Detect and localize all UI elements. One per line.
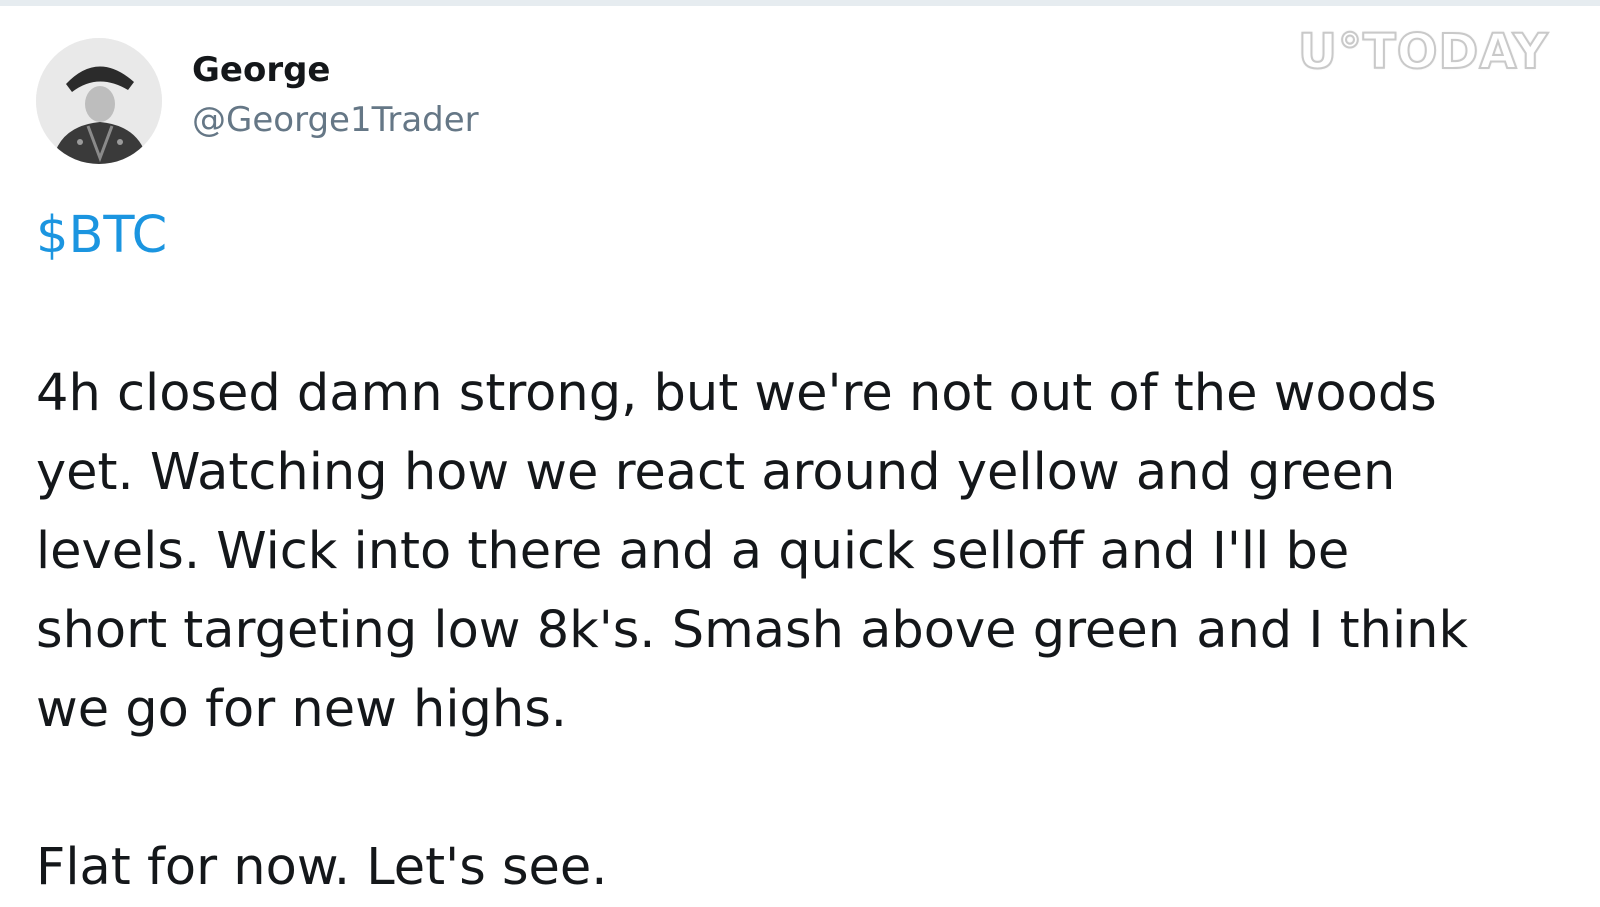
tweet-line: 4h closed damn strong, but we're not out… (36, 364, 1437, 423)
tweet-line: yet. Watching how we react around yellow… (36, 443, 1396, 502)
tweet-card: George @George1Trader U°TODAY $BTC 4h cl… (0, 6, 1600, 900)
tweet-text: $BTC 4h closed damn strong, but we're no… (36, 196, 1556, 907)
tweet-line: levels. Wick into there and a quick sell… (36, 522, 1350, 581)
author-name[interactable]: George (192, 50, 331, 90)
portrait-avatar-icon (36, 38, 162, 164)
tweet-line: we go for new highs. (36, 680, 568, 739)
tweet-closing-line: Flat for now. Let's see. (36, 838, 608, 897)
author-handle[interactable]: @George1Trader (192, 100, 479, 140)
utoday-watermark: U°TODAY (1297, 23, 1549, 81)
avatar[interactable] (36, 38, 162, 164)
cashtag-link[interactable]: $BTC (36, 196, 1556, 275)
tweet-line: short targeting low 8k's. Smash above gr… (36, 601, 1468, 660)
